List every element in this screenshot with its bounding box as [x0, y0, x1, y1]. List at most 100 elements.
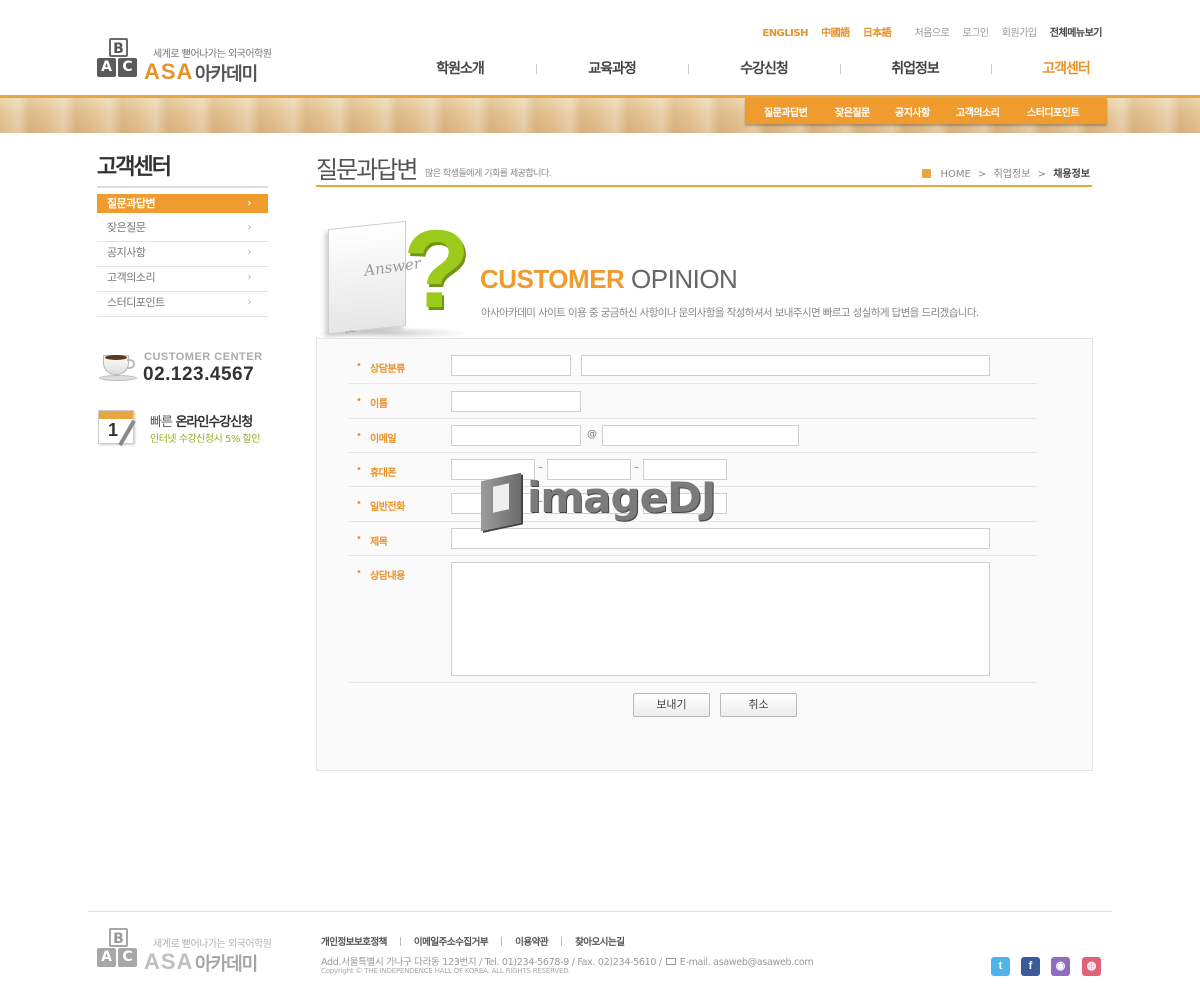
bullet-icon: • [356, 464, 362, 475]
gnb-item-enroll[interactable]: 수강신청 [689, 58, 839, 78]
breadcrumb-home[interactable]: HOME [941, 169, 971, 180]
bullet-icon: • [356, 360, 362, 371]
twitter-icon[interactable]: t [991, 957, 1010, 976]
name-input[interactable] [451, 391, 581, 412]
logo-brand-asa: ASA [144, 949, 194, 974]
coffee-cup-icon [99, 351, 137, 385]
bullet-icon: • [356, 533, 362, 544]
lang-chinese-link[interactable]: 中國語 [821, 28, 850, 39]
customer-center-banner: CUSTOMER CENTER 02.123.4567 [97, 345, 272, 390]
home-icon [922, 169, 932, 178]
footer-link-directions[interactable]: 찾아오시는길 [575, 937, 625, 948]
sidebar-item-faq[interactable]: 잦은질문 › [97, 217, 268, 242]
page-title: 질문과답변 [316, 156, 418, 184]
footer-copyright: Copyright © THE INDEPENDENCE HALL OF KOR… [321, 967, 571, 975]
cancel-button[interactable]: 취소 [720, 693, 797, 717]
footer-link-terms[interactable]: 이용약관 [515, 937, 548, 948]
breadcrumb: HOME > 취업정보 > 채용정보 [922, 165, 1090, 180]
login-link[interactable]: 로그인 [963, 28, 990, 39]
title-underline [316, 185, 1092, 187]
join-link[interactable]: 회원가입 [1002, 28, 1037, 39]
form-row-category: • 상담분류 [349, 348, 1037, 384]
online-enroll-title: 빠른 온라인수강신청 [150, 411, 253, 430]
logo-block-c: C [118, 58, 137, 77]
name-label: 이름 [370, 399, 388, 410]
logo-brand-name: 아카데미 [195, 954, 258, 975]
bullet-icon: • [356, 395, 362, 406]
lang-japanese-link[interactable]: 日本語 [863, 28, 892, 39]
subnav-item-faq[interactable]: 잦은질문 [835, 104, 870, 119]
email-domain-input[interactable] [602, 425, 799, 446]
watermark-logo: imageDJ [481, 472, 721, 532]
logo-slogan: 세계로 뻗어나가는 외국어학원 [153, 939, 272, 950]
lang-english-link[interactable]: ENGLISH [762, 28, 808, 39]
logo-block-b: B [109, 38, 128, 57]
sidebar-item-label: 스터디포인트 [107, 296, 165, 309]
mail-icon [665, 958, 676, 965]
subnav-item-notice[interactable]: 공지사항 [895, 104, 930, 119]
sidebar-item-label: 잦은질문 [107, 221, 146, 234]
send-button[interactable]: 보내기 [633, 693, 710, 717]
sidebar-item-voice[interactable]: 고객의소리 › [97, 267, 268, 292]
bullet-icon: • [356, 567, 362, 578]
logo-block-a: A [97, 948, 116, 967]
sidebar-item-notice[interactable]: 공지사항 › [97, 242, 268, 267]
footer-link-privacy[interactable]: 개인정보보호정책 [321, 937, 387, 948]
footer-email[interactable]: E-mail. asaweb@asaweb.com [680, 957, 814, 968]
all-menu-link[interactable]: 전체메뉴보기 [1050, 28, 1103, 39]
customer-opinion-heading-light: OPINION [631, 264, 738, 294]
category-detail-input[interactable] [581, 355, 990, 376]
sub-nav: 질문과답변 잦은질문 공지사항 고객의소리 스터디포인트 [745, 98, 1107, 124]
watermark-text: imageDJ [527, 473, 717, 522]
site-header: B A C 세계로 뻗어나가는 외국어학원 ASA 아카데미 ENGLISH 中… [0, 0, 1200, 95]
calendar-icon: 1 [98, 410, 136, 447]
bullet-icon: • [356, 498, 362, 509]
at-sign: @ [587, 429, 597, 440]
customer-opinion-heading: CUSTOMER OPINION [480, 264, 738, 295]
footer-divider [88, 911, 1112, 912]
gnb-item-about[interactable]: 학원소개 [385, 58, 535, 78]
category-select[interactable] [451, 355, 571, 376]
content-textarea[interactable] [451, 562, 990, 676]
breadcrumb-current: 채용정보 [1053, 169, 1090, 180]
logo-brand-asa: ASA [144, 59, 194, 84]
subnav-item-qna[interactable]: 질문과답변 [764, 104, 808, 119]
breadcrumb-mid[interactable]: 취업정보 [994, 169, 1031, 180]
logo-slogan: 세계로 뻗어나가는 외국어학원 [153, 49, 272, 60]
site-logo[interactable]: B A C 세계로 뻗어나가는 외국어학원 ASA 아카데미 [97, 38, 277, 88]
home-link[interactable]: 처음으로 [915, 28, 950, 39]
subnav-item-voice[interactable]: 고객의소리 [956, 104, 1000, 119]
logo-block-b: B [109, 928, 128, 947]
sidebar-item-label: 고객의소리 [107, 271, 156, 284]
yozm-icon[interactable]: ◍ [1082, 957, 1101, 976]
gnb-item-customer-center[interactable]: 고객센터 [991, 58, 1141, 78]
me2day-icon[interactable]: ◉ [1051, 957, 1070, 976]
gnb-item-jobs[interactable]: 취업정보 [840, 58, 990, 78]
chevron-right-icon: › [247, 222, 252, 233]
logo-brand-name: 아카데미 [195, 64, 258, 85]
subject-label: 제목 [370, 537, 388, 548]
footer-logo: B A C 세계로 뻗어나가는 외국어학원 ASA 아카데미 [97, 928, 277, 978]
chevron-right-icon: › [247, 198, 251, 209]
subnav-item-study-point[interactable]: 스터디포인트 [1027, 104, 1080, 119]
sidebar-item-study-point[interactable]: 스터디포인트 › [97, 292, 268, 317]
customer-opinion-description: 아사아카데미 사이트 이용 중 궁금하신 사항이나 문의사항을 작성하셔서 보내… [481, 307, 979, 319]
breadcrumb-separator: > [1037, 169, 1046, 180]
footer-link-email-refusal[interactable]: 이메일주소수집거부 [414, 937, 489, 948]
mobile-label: 휴대폰 [370, 468, 397, 479]
email-id-input[interactable] [451, 425, 581, 446]
logo-block-c: C [118, 948, 137, 967]
content-label: 상담내용 [370, 571, 405, 582]
sidebar-item-qna[interactable]: 질문과답변 › [97, 194, 268, 214]
bullet-icon: • [356, 430, 362, 441]
gnb-item-courses[interactable]: 교육과정 [537, 58, 687, 78]
answer-question-illustration: Answer ? [318, 215, 478, 345]
facebook-icon[interactable]: f [1021, 957, 1040, 976]
top-utility-links: ENGLISH 中國語 日本語 처음으로 로그인 회원가입 전체메뉴보기 [752, 24, 1102, 39]
sidebar-title: 고객센터 [97, 155, 172, 180]
online-enroll-banner[interactable]: 1 빠른 온라인수강신청 인터넷 수강신청시 5% 할인 [97, 408, 272, 448]
chevron-right-icon: › [247, 247, 252, 258]
customer-center-phone: 02.123.4567 [143, 364, 255, 385]
global-nav: 학원소개 교육과정 수강신청 취업정보 고객센터 [385, 58, 1108, 82]
customer-center-label: CUSTOMER CENTER [144, 351, 263, 363]
